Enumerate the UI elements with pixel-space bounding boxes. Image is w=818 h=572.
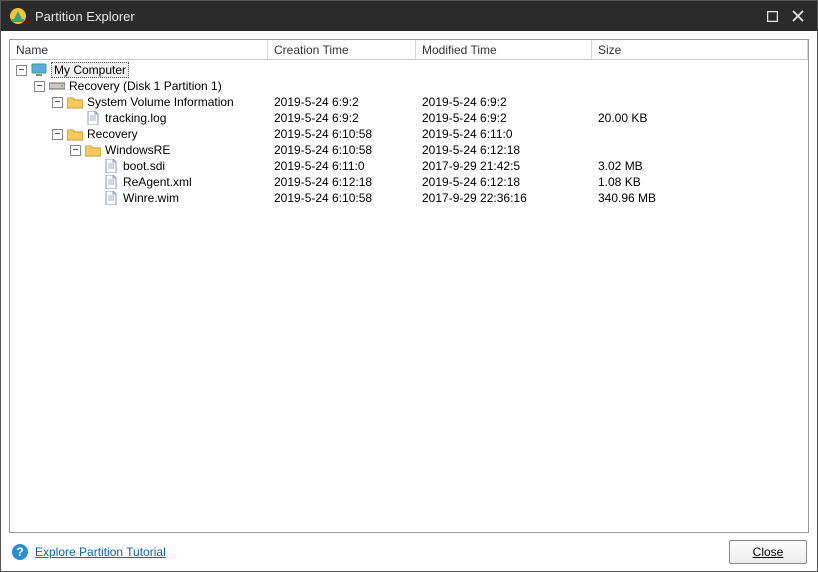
tree-body: − My Computer − Recovery (Disk 1 Partiti (10, 60, 808, 208)
cell-mtime: 2019-5-24 6:11:0 (416, 127, 592, 141)
expander-icon[interactable]: − (16, 65, 27, 76)
cell-size: 3.02 MB (592, 159, 808, 173)
expander-icon[interactable]: − (52, 129, 63, 140)
close-button[interactable]: Close (729, 540, 807, 564)
tree-label: WindowsRE (105, 143, 170, 157)
leaf-spacer (88, 161, 99, 172)
column-creation-time[interactable]: Creation Time (268, 40, 416, 59)
tree-row-boot-sdi[interactable]: boot.sdi 2019-5-24 6:11:0 2017-9-29 21:4… (10, 158, 808, 174)
leaf-spacer (88, 177, 99, 188)
tree-row-windowsre[interactable]: − WindowsRE 2019-5-24 6:10:58 2019-5-24 … (10, 142, 808, 158)
cell-size: 1.08 KB (592, 175, 808, 189)
tree-row-tracking-log[interactable]: tracking.log 2019-5-24 6:9:2 2019-5-24 6… (10, 110, 808, 126)
tree-label: System Volume Information (87, 95, 234, 109)
expander-icon[interactable]: − (34, 81, 45, 92)
footer: ? Explore Partition Tutorial Close (1, 533, 817, 571)
tree-label: Recovery (Disk 1 Partition 1) (69, 79, 222, 93)
cell-size: 20.00 KB (592, 111, 808, 125)
folder-icon (85, 143, 101, 157)
close-window-button[interactable] (785, 5, 811, 27)
tree-row-recovery[interactable]: − Recovery 2019-5-24 6:10:58 2019-5-24 6… (10, 126, 808, 142)
tree-label: boot.sdi (123, 159, 165, 173)
cell-ctime: 2019-5-24 6:10:58 (268, 143, 416, 157)
titlebar: Partition Explorer (1, 1, 817, 31)
cell-size: 340.96 MB (592, 191, 808, 205)
help-icon: ? (11, 543, 29, 561)
cell-ctime: 2019-5-24 6:12:18 (268, 175, 416, 189)
cell-mtime: 2019-5-24 6:9:2 (416, 95, 592, 109)
cell-ctime: 2019-5-24 6:9:2 (268, 111, 416, 125)
cell-ctime: 2019-5-24 6:10:58 (268, 127, 416, 141)
file-icon (85, 111, 101, 125)
content-area: Name Creation Time Modified Time Size − … (1, 31, 817, 533)
tree-label: Recovery (87, 127, 138, 141)
cell-mtime: 2019-5-24 6:9:2 (416, 111, 592, 125)
drive-icon (49, 79, 65, 93)
computer-icon (31, 63, 47, 77)
cell-mtime: 2017-9-29 21:42:5 (416, 159, 592, 173)
leaf-spacer (88, 193, 99, 204)
tree-row-winre-wim[interactable]: Winre.wim 2019-5-24 6:10:58 2017-9-29 22… (10, 190, 808, 206)
folder-icon (67, 127, 83, 141)
file-icon (103, 191, 119, 205)
cell-mtime: 2019-5-24 6:12:18 (416, 143, 592, 157)
tree-row-my-computer[interactable]: − My Computer (10, 62, 808, 78)
tree-row-reagent-xml[interactable]: ReAgent.xml 2019-5-24 6:12:18 2019-5-24 … (10, 174, 808, 190)
folder-icon (67, 95, 83, 109)
cell-ctime: 2019-5-24 6:9:2 (268, 95, 416, 109)
window-title: Partition Explorer (35, 9, 759, 24)
cell-mtime: 2019-5-24 6:12:18 (416, 175, 592, 189)
tree-row-sysvol[interactable]: − System Volume Information 2019-5-24 6:… (10, 94, 808, 110)
tutorial-link[interactable]: Explore Partition Tutorial (35, 545, 166, 559)
file-icon (103, 175, 119, 189)
column-size[interactable]: Size (592, 40, 808, 59)
app-icon (9, 7, 27, 25)
cell-ctime: 2019-5-24 6:11:0 (268, 159, 416, 173)
tree-label: ReAgent.xml (123, 175, 192, 189)
cell-ctime: 2019-5-24 6:10:58 (268, 191, 416, 205)
tree-label: My Computer (51, 62, 129, 78)
expander-icon[interactable]: − (52, 97, 63, 108)
tree-row-disk[interactable]: − Recovery (Disk 1 Partition 1) (10, 78, 808, 94)
tree-label: tracking.log (105, 111, 166, 125)
maximize-button[interactable] (759, 5, 785, 27)
cell-mtime: 2017-9-29 22:36:16 (416, 191, 592, 205)
column-header-row: Name Creation Time Modified Time Size (10, 40, 808, 60)
leaf-spacer (70, 113, 81, 124)
tree-panel[interactable]: Name Creation Time Modified Time Size − … (9, 39, 809, 533)
column-modified-time[interactable]: Modified Time (416, 40, 592, 59)
file-icon (103, 159, 119, 173)
tree-label: Winre.wim (123, 191, 179, 205)
column-name[interactable]: Name (10, 40, 268, 59)
expander-icon[interactable]: − (70, 145, 81, 156)
svg-text:?: ? (16, 545, 23, 559)
